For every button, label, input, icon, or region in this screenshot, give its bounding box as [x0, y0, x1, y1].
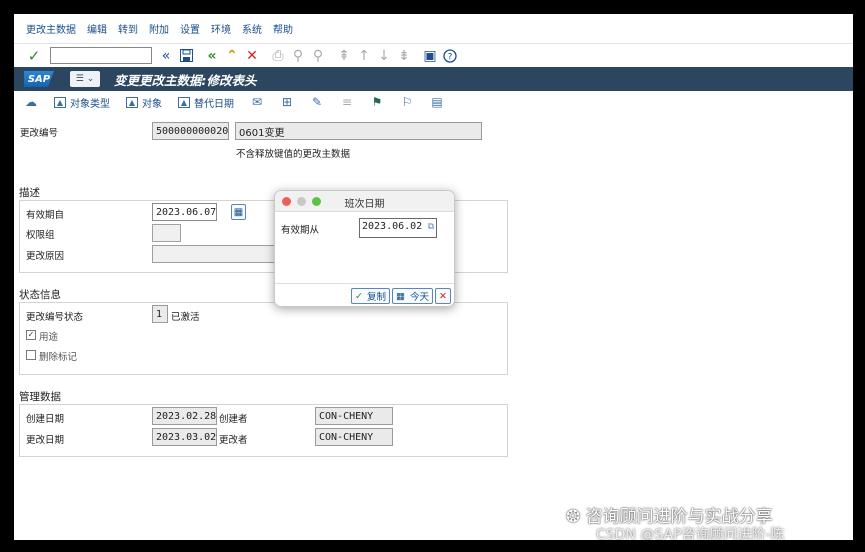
- display-icon[interactable]: ☁: [24, 95, 38, 109]
- page-title: 变更更改主数据:修改表头: [114, 72, 257, 88]
- svg-text:?: ?: [448, 52, 453, 62]
- usage-checkbox[interactable]: ✓: [26, 330, 36, 340]
- created-by-label: 创建者: [219, 414, 248, 425]
- command-field[interactable]: [50, 47, 152, 64]
- menu-extras[interactable]: 附加: [149, 21, 169, 36]
- calendar-icon[interactable]: ▦: [231, 204, 246, 220]
- edit-icon[interactable]: ✎: [310, 95, 324, 109]
- help-icon[interactable]: ?: [440, 46, 460, 66]
- flag-outline-icon[interactable]: ⚐: [400, 95, 414, 109]
- check-icon: ✓: [355, 290, 364, 302]
- value-help-icon[interactable]: ⧉: [428, 222, 434, 232]
- application-toolbar: ☁ ▲ 对象类型 ▲ 对象 ▲ 替代日期 ✉ ⊞ ✎ ≡ ⚑ ⚐ ▤: [14, 91, 853, 113]
- wechat-icon: ❂: [566, 507, 581, 527]
- command-history-icon[interactable]: «: [156, 46, 176, 66]
- changed-by-label: 更改者: [219, 435, 248, 446]
- created-by-field[interactable]: CON-CHENY: [315, 407, 393, 425]
- close-icon: ✕: [439, 290, 447, 302]
- next-page-icon[interactable]: ↓: [374, 46, 394, 66]
- watermark-csdn: CSDN @SAP咨询顾问进阶-陈: [596, 527, 785, 540]
- enter-check-icon[interactable]: ✓: [24, 46, 44, 66]
- change-reason-label: 更改原因: [26, 251, 65, 262]
- hierarchy-icon[interactable]: ⊞: [280, 95, 294, 109]
- description-section-title: 描述: [19, 187, 40, 199]
- change-number-label: 更改编号: [20, 128, 59, 139]
- change-status-field[interactable]: 1: [152, 305, 168, 323]
- menu-system[interactable]: 系统: [242, 21, 262, 36]
- mail-icon[interactable]: ✉: [250, 95, 264, 109]
- menu-settings[interactable]: 设置: [180, 21, 200, 36]
- title-bar: SAP ☰ ⌄ 变更更改主数据:修改表头: [14, 67, 853, 91]
- dialog-footer: ✓ 复制 ▦ 今天 ✕: [275, 283, 454, 306]
- copy-button[interactable]: ✓ 复制: [351, 288, 391, 304]
- find-next-icon[interactable]: ⚲: [308, 46, 328, 66]
- menu-environment[interactable]: 环境: [211, 21, 231, 36]
- menu-edit[interactable]: 编辑: [87, 21, 107, 36]
- auth-group-label: 权限组: [26, 230, 55, 241]
- change-status-label: 更改编号状态: [26, 312, 84, 323]
- dialog-date-input[interactable]: 2023.06.02 ⧉: [359, 218, 437, 238]
- print-icon[interactable]: ⎙: [268, 46, 288, 66]
- status-group: [19, 302, 508, 375]
- valid-from-field[interactable]: 2023.06.07: [152, 203, 217, 221]
- menu-help[interactable]: 帮助: [273, 21, 293, 36]
- last-page-icon[interactable]: ⇟: [394, 46, 414, 66]
- deletion-flag-label: 删除标记: [39, 352, 78, 363]
- change-description-field[interactable]: 0601变更: [235, 122, 482, 140]
- list-icon[interactable]: ≡: [340, 95, 354, 109]
- dialog-title: 班次日期: [344, 199, 385, 210]
- created-on-field[interactable]: 2023.02.28: [152, 407, 217, 425]
- flag-icon[interactable]: ⚑: [370, 95, 384, 109]
- first-page-icon[interactable]: ⇞: [334, 46, 354, 66]
- new-session-icon[interactable]: ▣: [420, 46, 440, 66]
- sap-menu-icon[interactable]: ☰ ⌄: [70, 71, 100, 87]
- valid-from-label: 有效期自: [26, 210, 65, 221]
- exit-icon[interactable]: ⌃: [222, 46, 242, 66]
- cancel-button[interactable]: ✕: [435, 288, 451, 304]
- created-on-label: 创建日期: [26, 414, 65, 425]
- change-status-text: 已激活: [171, 312, 200, 323]
- calendar-icon: ▦: [396, 290, 406, 302]
- dialog-valid-from-label: 有效期从: [281, 225, 320, 236]
- find-icon[interactable]: ⚲: [288, 46, 308, 66]
- usage-label: 用途: [39, 332, 59, 343]
- objects-button[interactable]: ▲ 对象: [126, 95, 162, 110]
- status-section-title: 状态信息: [19, 289, 61, 301]
- admin-section-title: 管理数据: [19, 391, 61, 403]
- cancel-icon[interactable]: ✕: [242, 46, 262, 66]
- changed-on-label: 更改日期: [26, 435, 65, 446]
- standard-toolbar: ✓ « « ⌃ ✕ ⎙ ⚲ ⚲ ⇞ ↑ ↓ ⇟ ▣ ?: [14, 43, 853, 67]
- dialog-header: 班次日期: [275, 191, 454, 212]
- image-icon: ▲: [54, 96, 66, 108]
- menu-bar: 更改主数据 编辑 转到 附加 设置 环境 系统 帮助: [14, 14, 853, 42]
- deletion-flag-checkbox[interactable]: [26, 350, 36, 360]
- today-button[interactable]: ▦ 今天: [392, 288, 434, 304]
- sap-logo: SAP: [24, 71, 54, 87]
- changed-by-field[interactable]: CON-CHENY: [315, 428, 393, 446]
- menu-goto[interactable]: 转到: [118, 21, 138, 36]
- image-icon: ▲: [178, 96, 190, 108]
- release-key-note: 不含释放键值的更改主数据: [236, 149, 351, 160]
- admin-group: [19, 404, 508, 457]
- menu-change-master[interactable]: 更改主数据: [26, 21, 76, 36]
- alternative-date-button[interactable]: ▲ 替代日期: [178, 95, 234, 110]
- image-icon: ▲: [126, 96, 138, 108]
- change-number-field[interactable]: 500000000020: [152, 122, 229, 140]
- document-icon[interactable]: ▤: [430, 95, 444, 109]
- prev-page-icon[interactable]: ↑: [354, 46, 374, 66]
- back-icon[interactable]: «: [202, 46, 222, 66]
- auth-group-field[interactable]: [152, 224, 181, 242]
- changed-on-field[interactable]: 2023.03.02: [152, 428, 217, 446]
- object-types-button[interactable]: ▲ 对象类型: [54, 95, 110, 110]
- shift-date-dialog: 班次日期 有效期从 2023.06.02 ⧉ ✓ 复制 ▦ 今天 ✕: [274, 190, 455, 307]
- save-icon[interactable]: [176, 46, 196, 66]
